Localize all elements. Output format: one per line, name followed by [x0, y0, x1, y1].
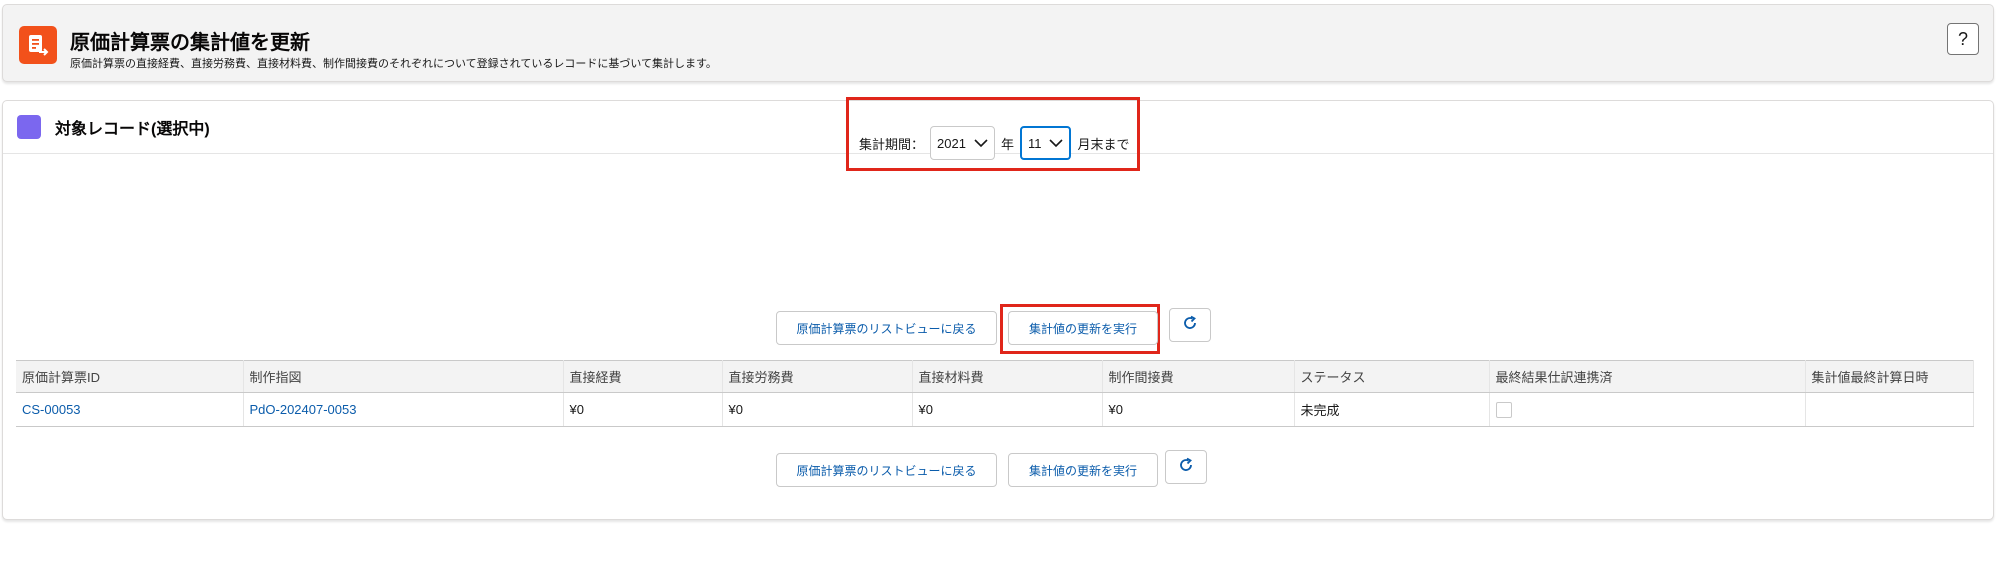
- year-unit: 年: [1000, 136, 1014, 152]
- direct-expense-cell: ¥0: [563, 392, 723, 427]
- record-icon: [17, 115, 41, 139]
- card-title: 対象レコード(選択中): [55, 121, 210, 138]
- month-select[interactable]: 11: [1019, 126, 1072, 160]
- back-to-list-button[interactable]: 原価計算票のリストビューに戻る: [776, 453, 997, 487]
- run-aggregate-button[interactable]: 集計値の更新を実行: [1008, 311, 1158, 345]
- year-value: 2021: [937, 135, 966, 151]
- page-subtitle: 原価計算票の直接経費、直接労務費、直接材料費、制作間接費のそれぞれについて登録さ…: [70, 58, 717, 70]
- back-to-list-button[interactable]: 原価計算票のリストビューに戻る: [776, 311, 997, 345]
- last-calc-cell: [1805, 392, 1974, 427]
- production-order-link[interactable]: PdO-202407-0053: [243, 392, 564, 427]
- journal-linked-checkbox[interactable]: [1495, 401, 1512, 418]
- column-header[interactable]: 直接労務費: [722, 360, 913, 393]
- column-header[interactable]: ステータス: [1294, 360, 1490, 393]
- page-header: 原価計算票の集計値を更新 原価計算票の直接経費、直接労務費、直接材料費、制作間接…: [2, 4, 1994, 82]
- help-button[interactable]: ?: [1947, 23, 1979, 55]
- month-value: 11: [1027, 135, 1042, 151]
- period-selector: 集計期間： 2021 年 11 月末まで: [859, 125, 1129, 161]
- status-cell: 未完成: [1294, 392, 1490, 427]
- cost-sheet-id-link[interactable]: CS-00053: [16, 392, 244, 427]
- column-header[interactable]: 制作間接費: [1102, 360, 1295, 393]
- table-row: CS-00053 PdO-202407-0053 ¥0 ¥0 ¥0 ¥0 未完成: [16, 392, 1974, 427]
- refresh-button[interactable]: [1169, 308, 1211, 342]
- chevron-down-icon: [974, 138, 988, 148]
- column-header[interactable]: 制作指図: [243, 360, 564, 393]
- chevron-down-icon: [1049, 138, 1064, 148]
- column-header[interactable]: 集計値最終計算日時: [1805, 360, 1974, 393]
- journal-linked-cell: [1489, 392, 1806, 427]
- direct-labor-cell: ¥0: [722, 392, 913, 427]
- run-aggregate-button[interactable]: 集計値の更新を実行: [1008, 453, 1158, 487]
- refresh-icon: [1178, 457, 1194, 478]
- direct-material-cell: ¥0: [912, 392, 1103, 427]
- overhead-cell: ¥0: [1102, 392, 1295, 427]
- page-title: 原価計算票の集計値を更新: [70, 32, 310, 54]
- records-table: 原価計算票ID 制作指図 直接経費 直接労務費 直接材料費 制作間接費 ステータ…: [16, 360, 1974, 427]
- column-header[interactable]: 直接材料費: [912, 360, 1103, 393]
- period-label: 集計期間：: [859, 136, 925, 152]
- refresh-icon: [1182, 315, 1198, 336]
- refresh-button[interactable]: [1165, 450, 1207, 484]
- document-arrow-icon: [19, 26, 57, 64]
- column-header[interactable]: 原価計算票ID: [16, 360, 244, 393]
- month-suffix: 月末まで: [1077, 136, 1130, 152]
- year-select[interactable]: 2021: [930, 126, 995, 160]
- column-header[interactable]: 最終結果仕訳連携済: [1489, 360, 1806, 393]
- table-header-row: 原価計算票ID 制作指図 直接経費 直接労務費 直接材料費 制作間接費 ステータ…: [16, 360, 1974, 393]
- column-header[interactable]: 直接経費: [563, 360, 723, 393]
